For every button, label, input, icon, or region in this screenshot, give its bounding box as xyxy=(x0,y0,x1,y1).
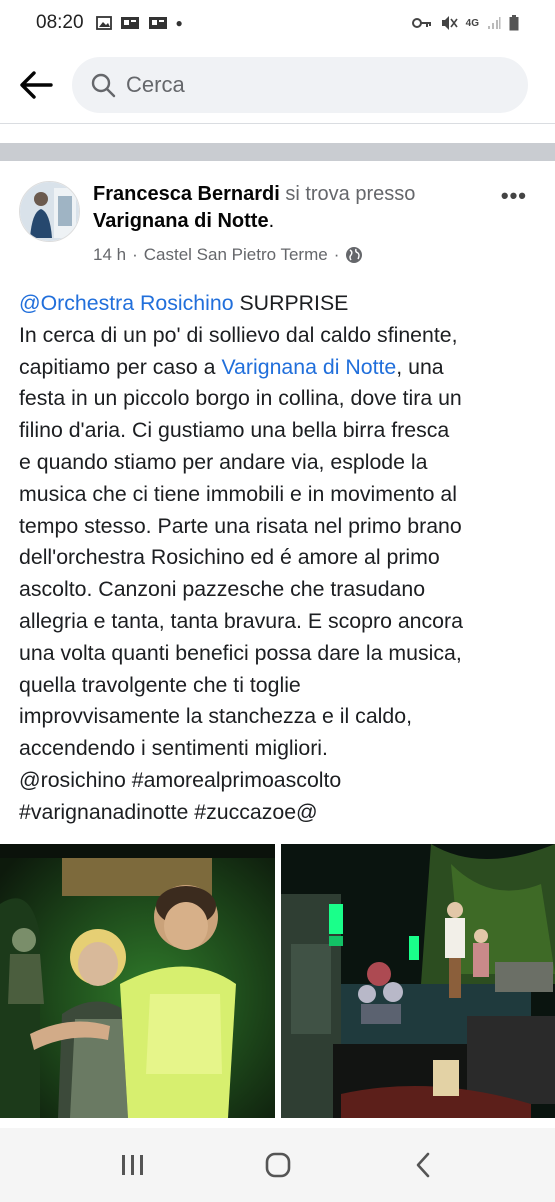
checkin-place[interactable]: Varignana di Notte xyxy=(93,210,269,232)
post: Francesca Bernardi si trova presso Varig… xyxy=(0,161,555,1118)
signal-icon xyxy=(488,17,501,29)
text-line: improvvisamente la stanchezza e il caldo… xyxy=(19,704,412,729)
search-placeholder: Cerca xyxy=(126,71,185,97)
network-4g-icon: 4G xyxy=(465,17,479,29)
photo-icon xyxy=(148,17,167,29)
text-line: tempo stesso. Parte una risata nel primo… xyxy=(19,513,462,538)
hashtag-line[interactable]: @rosichino #amorealprimoascolto xyxy=(19,765,539,797)
recents-icon xyxy=(121,1155,143,1175)
post-text: @Orchestra Rosichino SURPRISE In cerca d… xyxy=(19,288,539,829)
text-line: una volta quanti benefici possa dare la … xyxy=(19,640,462,665)
meta-separator: · xyxy=(333,245,340,264)
home-icon xyxy=(265,1152,290,1178)
feed-divider xyxy=(0,143,555,161)
text-line: allegria e tanta, tanta bravura. E scopr… xyxy=(19,608,463,633)
back-button[interactable] xyxy=(0,46,72,124)
back-nav-icon xyxy=(416,1152,429,1178)
dot-icon: ● xyxy=(175,16,183,30)
checkin-action: si trova presso xyxy=(285,183,416,205)
back-nav-button[interactable] xyxy=(393,1135,453,1195)
image-icon xyxy=(95,16,112,30)
status-left-icons: ● xyxy=(95,16,183,30)
meta-separator: · xyxy=(132,245,138,264)
search-input[interactable]: Cerca xyxy=(72,56,528,113)
post-location[interactable]: Castel San Pietro Terme xyxy=(144,245,328,265)
text-line: capitiamo per caso a xyxy=(19,354,222,379)
text-line: ascolto. Canzoni pazzesche che trasudano xyxy=(19,577,426,602)
photo-icon xyxy=(120,17,139,29)
text-line: , una xyxy=(396,354,444,379)
post-meta: 14 h · Castel San Pietro Terme · xyxy=(93,245,363,265)
battery-icon xyxy=(509,15,519,31)
text-line: filino d'aria. Ci gustiamo una bella bir… xyxy=(19,418,450,443)
mute-icon xyxy=(441,16,458,30)
photo-couple-selfie[interactable] xyxy=(0,844,275,1118)
photo-band-stage[interactable] xyxy=(281,844,555,1118)
home-button[interactable] xyxy=(248,1135,308,1195)
text-line: accendendo i sentimenti migliori. xyxy=(19,736,328,761)
globe-icon xyxy=(346,247,363,263)
author-name[interactable]: Francesca Bernardi xyxy=(93,183,280,205)
post-photos xyxy=(0,844,555,1118)
avatar[interactable] xyxy=(19,181,80,242)
text-line: dell'orchestra Rosichino ed é amore al p… xyxy=(19,545,440,570)
place-suffix: . xyxy=(268,210,275,232)
recents-button[interactable] xyxy=(103,1135,163,1195)
key-icon xyxy=(411,18,431,28)
arrow-left-icon xyxy=(20,70,53,99)
text-line: e quando stiamo per andare via, esplode … xyxy=(19,449,428,474)
status-right-icons: 4G xyxy=(411,15,519,31)
text-line: festa in un piccolo borgo in collina, do… xyxy=(19,386,462,411)
mention-orchestra[interactable]: @Orchestra Rosichino xyxy=(19,291,234,315)
system-nav-bar xyxy=(0,1128,555,1202)
text-line: quella travolgente che ti toglie xyxy=(19,672,301,697)
status-time: 08:20 xyxy=(36,12,84,33)
post-time[interactable]: 14 h xyxy=(93,245,126,265)
text-line: In cerca di un po' di sollievo dal caldo… xyxy=(19,322,458,347)
place-link[interactable]: Varignana di Notte xyxy=(221,355,396,379)
search-icon xyxy=(91,73,116,97)
post-header: Francesca Bernardi si trova presso Varig… xyxy=(0,161,555,277)
hashtag-line[interactable]: #varignanadinotte #zuccazoe@ xyxy=(19,797,539,829)
text-line: SURPRISE xyxy=(233,291,349,315)
post-author-line: Francesca Bernardi si trova presso Varig… xyxy=(93,181,493,235)
status-bar: 08:20 ● 4G xyxy=(0,0,555,46)
search-header: Cerca xyxy=(0,46,555,124)
more-options-button[interactable]: ••• xyxy=(501,183,527,209)
text-line: musica che ci tiene immobili e in movime… xyxy=(19,481,457,506)
